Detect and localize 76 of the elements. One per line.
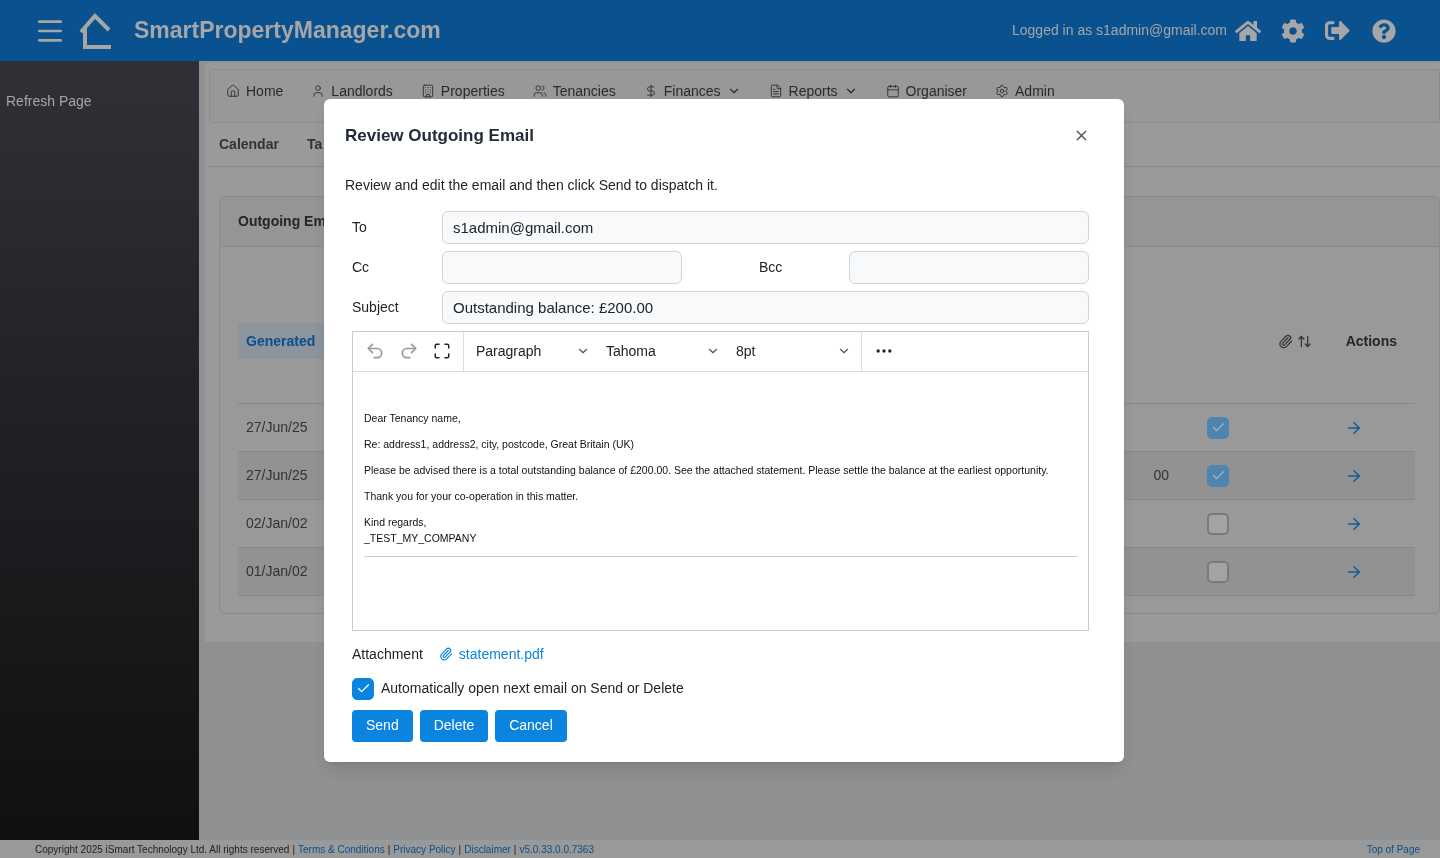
- nav-item[interactable]: Reports: [768, 83, 858, 99]
- text-field[interactable]: [849, 250, 1089, 284]
- nav-item[interactable]: Tenancies: [532, 83, 616, 99]
- table-cell-text: 02/Jan/02: [245, 514, 308, 533]
- nav-item[interactable]: Landlords: [311, 83, 393, 99]
- house-logo-icon: [78, 11, 112, 50]
- email-text: _TEST_MY_COMPANY: [364, 530, 477, 546]
- field-label: Cc: [352, 257, 371, 277]
- checkbox[interactable]: [1207, 416, 1229, 439]
- nav-item[interactable]: Finances: [643, 83, 741, 99]
- separator: |: [513, 842, 517, 857]
- table-cell-text: 27/Jun/25: [245, 418, 308, 437]
- document-icon: [768, 84, 783, 98]
- nav-item[interactable]: Properties: [420, 83, 505, 99]
- calendar-icon: [885, 84, 900, 98]
- attachment-link[interactable]: statement.pdf: [458, 643, 544, 665]
- field-label: Subject: [352, 297, 400, 317]
- paperclip-icon: [1277, 333, 1293, 349]
- separator: |: [292, 842, 295, 857]
- dialog-button[interactable]: Send: [352, 709, 413, 742]
- nav-item[interactable]: Home: [226, 83, 284, 99]
- undo-icon[interactable]: [365, 341, 385, 361]
- logout-icon[interactable]: [1325, 18, 1350, 43]
- table-cell-text: 00: [1153, 466, 1170, 485]
- help-icon[interactable]: [1372, 18, 1396, 43]
- nav-item[interactable]: Admin: [995, 83, 1055, 99]
- copyright-text: Copyright 2025 iSmart Technology Ltd. All rights reserved: [35, 842, 290, 857]
- column-header[interactable]: Actions: [1345, 330, 1397, 352]
- email-text: Thank you for your co-operation in this matter.: [364, 488, 579, 504]
- separator: |: [387, 842, 391, 857]
- footer-link[interactable]: Privacy Policy: [393, 841, 456, 857]
- footer-link[interactable]: Disclaimer: [464, 841, 511, 857]
- people-icon: [532, 84, 547, 98]
- dialog-title: Review Outgoing Email: [345, 125, 534, 147]
- field-label: Bcc: [759, 257, 784, 277]
- attachment-label: Attachment: [352, 644, 423, 664]
- fullscreen-icon[interactable]: [433, 342, 451, 360]
- site-title[interactable]: SmartPropertyManager.com: [134, 13, 441, 48]
- field-label: To: [352, 217, 368, 237]
- gear-icon: [995, 84, 1010, 98]
- paperclip-icon: [438, 647, 453, 661]
- sidebar-item[interactable]: Refresh Page: [6, 91, 193, 112]
- email-text: Kind regards,: [364, 514, 427, 530]
- separator: |: [458, 842, 462, 857]
- dialog-button[interactable]: Delete: [419, 709, 489, 742]
- sub-tab[interactable]: Calendar: [219, 134, 279, 155]
- checkbox[interactable]: [352, 677, 374, 700]
- text-field[interactable]: [442, 250, 682, 284]
- building-icon: [420, 84, 435, 98]
- table-cell-text: 27/Jun/25: [245, 466, 308, 485]
- footer-link[interactable]: v5.0.33.0.0.7363: [519, 841, 594, 857]
- house-icon: [226, 84, 240, 98]
- checkbox-label: Automatically open next email on Send or Delete: [381, 679, 684, 698]
- sort-icon[interactable]: [1296, 333, 1312, 349]
- font-select[interactable]: Tahoma: [594, 340, 724, 362]
- email-text: Please be advised there is a total outstanding balance of £200.00. See the attached statement. Please settle the balance at the earliest opportunity.: [364, 462, 1049, 478]
- person-icon: [311, 84, 326, 98]
- sub-tab[interactable]: Ta: [306, 134, 323, 155]
- logged-in-text: Logged in as s1admin@gmail.com: [1012, 21, 1227, 40]
- checkbox[interactable]: [1207, 560, 1229, 583]
- font-size-select[interactable]: 8pt: [724, 331, 862, 371]
- dialog-button[interactable]: Cancel: [495, 709, 567, 742]
- email-text: Re: address1, address2, city, postcode, Great Britain (UK): [364, 436, 634, 452]
- redo-icon[interactable]: [399, 341, 419, 361]
- settings-icon[interactable]: [1281, 18, 1305, 43]
- nav-item[interactable]: Organiser: [885, 83, 968, 99]
- checkbox[interactable]: [1207, 512, 1229, 535]
- block-format-select[interactable]: Paragraph: [464, 340, 594, 362]
- footer-link[interactable]: Terms & Conditions: [298, 841, 385, 857]
- dialog-intro: Review and edit the email and then click Send to dispatch it.: [345, 175, 719, 195]
- text-field[interactable]: Outstanding balance: £200.00: [442, 290, 1089, 324]
- checkbox[interactable]: [1207, 464, 1229, 487]
- text-field[interactable]: s1admin@gmail.com: [442, 210, 1089, 244]
- table-cell-text: 01/Jan/02: [245, 562, 308, 581]
- top-of-page-link[interactable]: Top of Page: [1366, 841, 1420, 857]
- email-text: Dear Tenancy name,: [364, 410, 461, 426]
